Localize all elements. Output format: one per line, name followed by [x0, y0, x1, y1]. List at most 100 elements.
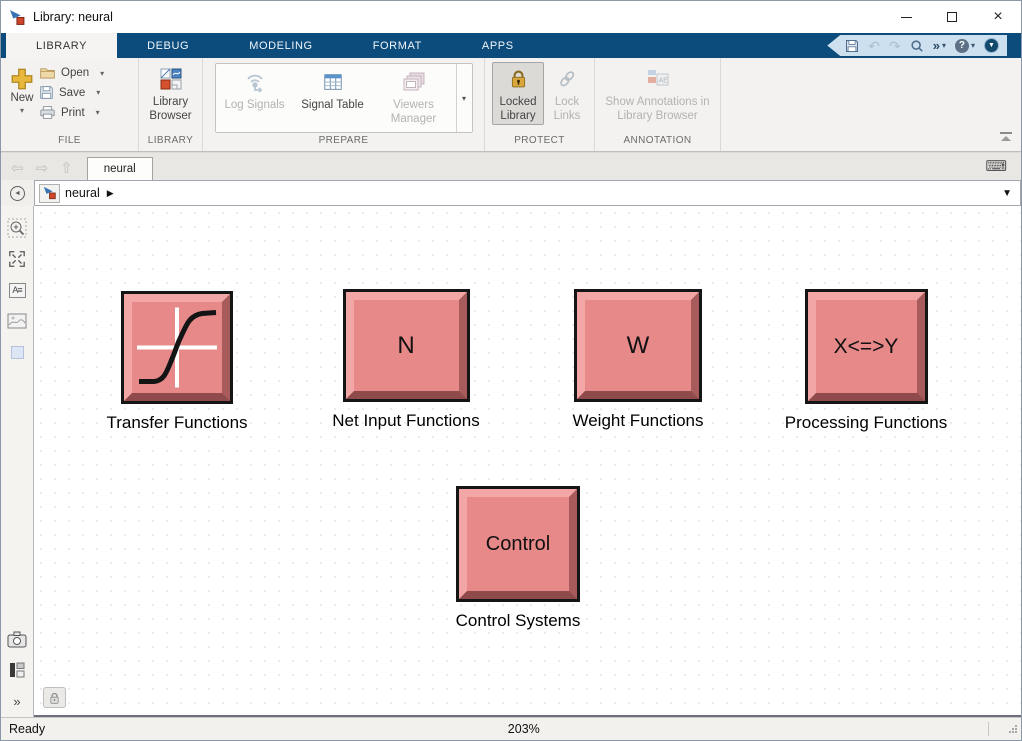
model-browser-icon[interactable] [7, 660, 27, 680]
zoom-region-icon[interactable] [7, 218, 27, 238]
zoom-level: 203% [508, 722, 540, 736]
breadcrumb-caret-icon[interactable]: ▶ [107, 188, 114, 199]
new-label: New [10, 92, 33, 104]
status-divider [988, 722, 989, 736]
area-box-icon[interactable] [7, 342, 27, 362]
prepare-gallery: Log Signals Signal Table [215, 63, 473, 133]
lock-links-button[interactable]: Lock Links [547, 62, 587, 124]
annotation-text-icon[interactable]: A≡ [7, 280, 27, 300]
quick-access-toolbar: ↶ ↷ »▾ ?▾ ▼ [827, 35, 1007, 56]
titlebar: Library: neural × [1, 1, 1021, 33]
section-label-library: LIBRARY [145, 135, 196, 151]
svg-text:AE: AE [658, 78, 668, 85]
back-icon[interactable]: ⇦ [11, 161, 24, 176]
signal-table-button[interactable]: Signal Table [294, 64, 372, 132]
section-protect: Locked Library Lock Links PROTECT [485, 58, 595, 151]
new-dropdown-icon[interactable]: ▾ [20, 106, 24, 115]
tab-apps[interactable]: APPS [452, 33, 544, 58]
block-glyph: W [627, 332, 650, 360]
new-button[interactable]: New ▾ [7, 62, 39, 115]
tab-neural[interactable]: neural [87, 157, 153, 180]
new-plus-icon [9, 66, 35, 92]
ribbon: New ▾ Open ▾ Save ▾ [1, 58, 1021, 152]
breadcrumb-dropdown-icon[interactable]: ▼ [1002, 188, 1012, 199]
collapse-ribbon-icon[interactable] [999, 129, 1013, 147]
section-prepare: Log Signals Signal Table [203, 58, 485, 151]
overflow-menu-icon[interactable]: »▾ [933, 38, 946, 53]
canvas-lock-icon[interactable] [43, 687, 66, 708]
open-dropdown-icon[interactable]: ▾ [100, 69, 104, 78]
fit-to-view-icon[interactable] [7, 249, 27, 269]
ribbon-tab-row: LIBRARY DEBUG MODELING FORMAT APPS ↶ ↷ »… [1, 33, 1021, 58]
breadcrumb[interactable]: neural ▶ ▼ [34, 180, 1021, 206]
simulink-library-icon [9, 9, 26, 26]
section-annotation: AE Show Annotations in Library Browser A… [595, 58, 721, 151]
annotations-icon: AE [646, 65, 670, 93]
simulink-library-window: Library: neural × LIBRARY DEBUG MODELING… [0, 0, 1022, 741]
block-glyph: N [397, 332, 414, 360]
locked-library-button[interactable]: Locked Library [492, 62, 544, 125]
block-transfer-functions[interactable] [121, 291, 233, 404]
block-label: Control Systems [456, 611, 581, 631]
save-dropdown-icon[interactable]: ▾ [96, 88, 100, 97]
log-signals-button[interactable]: Log Signals [216, 64, 294, 132]
keyboard-icon[interactable]: ⌨ [985, 159, 1007, 174]
up-icon[interactable]: ⇧ [60, 161, 73, 176]
undo-icon[interactable]: ↶ [868, 39, 880, 53]
viewers-manager-button[interactable]: Viewers Manager [372, 64, 456, 132]
library-browser-button[interactable]: Library Browser [145, 62, 196, 124]
block-control-systems[interactable]: Control [456, 486, 580, 602]
print-dropdown-icon[interactable]: ▾ [96, 108, 100, 117]
save-button[interactable]: Save ▾ [39, 85, 104, 100]
expand-sidebar-icon[interactable]: » [7, 691, 27, 711]
window-title: Library: neural [33, 10, 113, 24]
block-processing-functions[interactable]: X<=>Y [805, 289, 928, 404]
quick-save-icon[interactable] [845, 39, 859, 53]
image-annotation-icon[interactable] [7, 311, 27, 331]
log-signals-icon [242, 68, 268, 96]
section-label-prepare: PREPARE [209, 135, 478, 151]
block-label: Net Input Functions [332, 411, 479, 431]
tab-format[interactable]: FORMAT [343, 33, 452, 58]
breadcrumb-item-neural[interactable]: neural [65, 186, 100, 200]
prepare-gallery-dropdown-icon[interactable]: ▾ [456, 64, 472, 132]
addressbar: ◄ neural ▶ ▼ [1, 180, 1021, 206]
statusbar: Ready 203% [1, 717, 1021, 740]
print-button[interactable]: Print ▾ [39, 105, 104, 120]
tab-debug[interactable]: DEBUG [117, 33, 219, 58]
forward-icon[interactable]: ⇨ [36, 161, 49, 176]
section-label-protect: PROTECT [491, 135, 588, 151]
block-net-input-functions[interactable]: N [343, 289, 470, 402]
block-weight-functions[interactable]: W [574, 289, 702, 402]
block-glyph: X<=>Y [834, 335, 899, 359]
block-label: Weight Functions [572, 411, 703, 431]
breadcrumb-library-icon[interactable] [39, 184, 60, 203]
section-label-file: FILE [7, 135, 132, 151]
block-label: Transfer Functions [106, 413, 247, 433]
library-browser-icon [159, 65, 183, 93]
help-icon[interactable]: ?▾ [955, 39, 975, 53]
block-label: Processing Functions [785, 413, 948, 433]
chain-link-icon [557, 65, 577, 93]
padlock-icon [508, 65, 529, 93]
screenshot-icon[interactable] [7, 629, 27, 649]
printer-icon [39, 105, 56, 120]
signal-table-icon [322, 68, 344, 96]
minimize-ribbon-icon[interactable]: ▼ [984, 38, 999, 53]
redo-icon[interactable]: ↷ [889, 39, 901, 53]
tab-library[interactable]: LIBRARY [6, 33, 117, 58]
open-button[interactable]: Open ▾ [39, 66, 104, 80]
close-button[interactable]: × [975, 1, 1021, 33]
minimize-button[interactable] [883, 1, 929, 33]
sigmoid-curve-icon [132, 302, 222, 393]
library-canvas[interactable]: Transfer Functions N Net Input Functions… [34, 206, 1021, 717]
palette-sidebar: A≡ [1, 206, 34, 717]
tab-modeling[interactable]: MODELING [219, 33, 342, 58]
section-library: Library Browser LIBRARY [139, 58, 203, 151]
search-icon[interactable] [910, 39, 924, 53]
show-annotations-button[interactable]: AE Show Annotations in Library Browser [601, 62, 714, 124]
section-label-annotation: ANNOTATION [601, 135, 714, 151]
resize-grip[interactable] [1008, 723, 1018, 737]
maximize-button[interactable] [929, 1, 975, 33]
hide-browser-icon[interactable]: ◄ [10, 186, 25, 201]
